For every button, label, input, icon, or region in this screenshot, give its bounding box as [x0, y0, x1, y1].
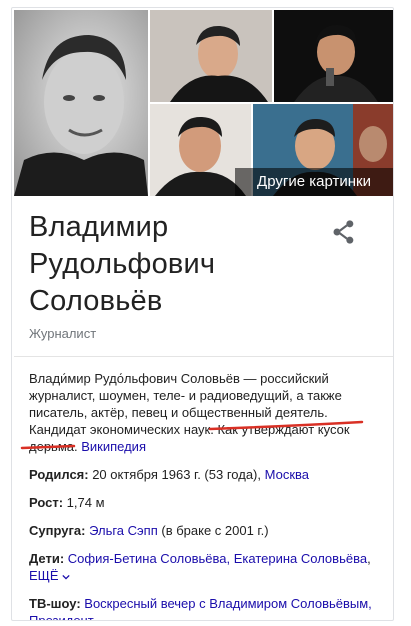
- fact-children: Дети: София-Бетина Соловьёва, Екатерина …: [29, 551, 371, 583]
- entity-title-line-3: Соловьёв: [29, 285, 163, 317]
- fact-spouse: Супруга: Эльга Сэпп (в браке с 2001 г.): [29, 522, 381, 539]
- fact-tv-shows: ТВ-шоу: Воскресный вечер с Владимиром Со…: [29, 595, 381, 620]
- entity-title-line-2: Рудольфович: [29, 248, 216, 280]
- fact-born: Родился: 20 октября 1963 г. (53 года), М…: [29, 466, 381, 483]
- entity-description: Влади́мир Рудо́льфович Соловьёв — россий…: [29, 370, 381, 455]
- fact-height: Рост: 1,74 м: [29, 494, 381, 511]
- facts-list: Родился: 20 октября 1963 г. (53 года), М…: [29, 466, 381, 620]
- photo-thumbnail-1[interactable]: [150, 10, 272, 102]
- fact-label: Дети:: [29, 551, 65, 566]
- knowledge-panel: Другие картинки Владимир Рудольфович Сол…: [11, 7, 394, 621]
- children-links[interactable]: София-Бетина Соловьёва, Екатерина Соловь…: [68, 551, 367, 566]
- main-photo[interactable]: [14, 10, 148, 196]
- photo-thumbnail-2[interactable]: [274, 10, 393, 102]
- share-button[interactable]: [330, 218, 358, 246]
- spouse-link[interactable]: Эльга Сэпп: [89, 523, 158, 538]
- birthplace-link[interactable]: Москва: [265, 467, 309, 482]
- divider: [14, 356, 393, 357]
- fact-label: Родился:: [29, 467, 89, 482]
- chevron-down-icon: [62, 574, 70, 580]
- entity-title: Владимир Рудольфович Соловьёв: [29, 209, 329, 320]
- fact-value: 20 октября 1963 г. (53 года),: [88, 467, 265, 482]
- fact-label: Супруга:: [29, 523, 86, 538]
- fact-value: 1,74 м: [63, 495, 105, 510]
- children-more-link[interactable]: ЕЩЁ: [29, 568, 70, 583]
- more-images-link[interactable]: Другие картинки: [235, 168, 393, 196]
- entity-title-line-1: Владимир: [29, 211, 169, 243]
- wikipedia-link[interactable]: Википедия: [81, 439, 146, 454]
- tv-shows-links[interactable]: Воскресный вечер с Владимиром Соловьёвым…: [29, 596, 372, 620]
- fact-label: ТВ-шоу:: [29, 596, 81, 611]
- fact-value: (в браке с 2001 г.): [157, 523, 269, 538]
- entity-subtitle: Журналист: [29, 326, 97, 341]
- fact-label: Рост:: [29, 495, 64, 510]
- share-icon: [333, 220, 354, 244]
- children-more-label: ЕЩЁ: [29, 568, 59, 583]
